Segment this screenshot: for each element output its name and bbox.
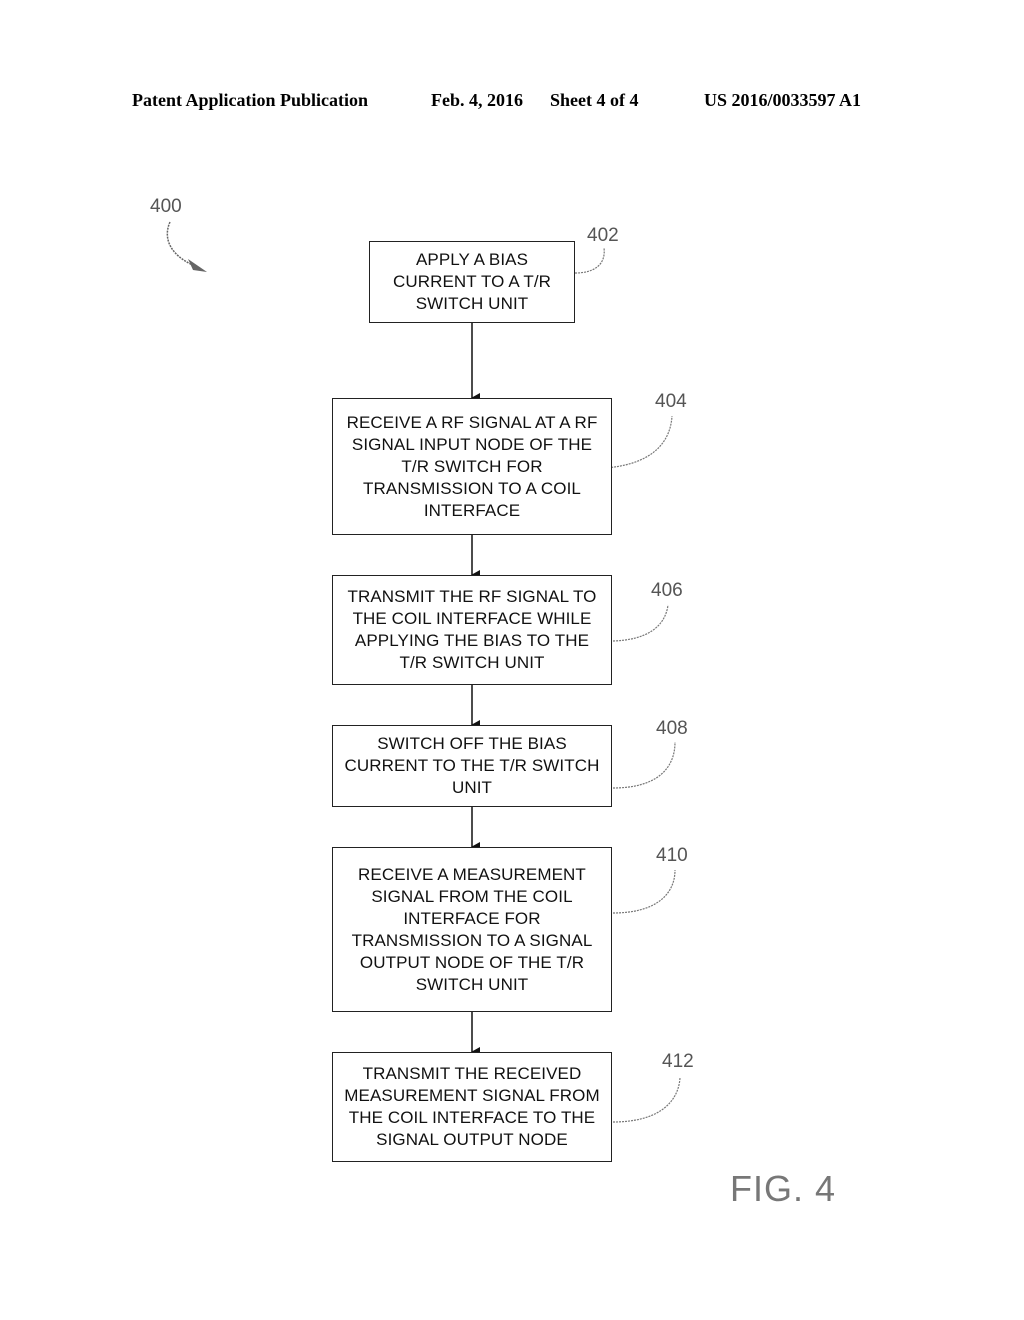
- step-410-line: OUTPUT NODE OF THE T/R: [359, 952, 585, 972]
- step-412-line: SIGNAL OUTPUT NODE: [376, 1130, 568, 1149]
- step-402-line: CURRENT TO A T/R: [392, 272, 552, 291]
- step-412-line: THE COIL INTERFACE TO THE: [348, 1108, 596, 1127]
- step-412-line: TRANSMIT THE RECEIVED: [362, 1064, 582, 1083]
- step-box-410: RECEIVE A MEASUREMENT SIGNAL FROM THE COI…: [332, 847, 612, 1012]
- step-406-line: TRANSMIT THE RF SIGNAL TO: [347, 587, 597, 606]
- step-410-line: INTERFACE FOR: [403, 908, 541, 928]
- leader-line-402: [574, 247, 605, 274]
- step-404-line: T/R SWITCH FOR: [401, 456, 543, 476]
- step-ref-404: 404: [655, 391, 687, 412]
- step-410-line: TRANSMISSION TO A SIGNAL: [351, 930, 593, 950]
- step-402-line: APPLY A BIAS: [415, 250, 529, 269]
- step-ref-406: 406: [651, 580, 683, 601]
- step-412-line: MEASUREMENT SIGNAL FROM: [344, 1086, 600, 1105]
- leader-line-404: [604, 415, 673, 469]
- step-404-line: RECEIVE A RF SIGNAL AT A RF: [346, 412, 598, 432]
- figure-pointer-arrowhead: [188, 259, 207, 272]
- leader-line-408: [612, 741, 676, 789]
- step-406-line: T/R SWITCH UNIT: [399, 653, 545, 672]
- step-box-406: TRANSMIT THE RF SIGNAL TO THE COIL INTERF…: [332, 575, 612, 685]
- leader-line-412: [612, 1077, 681, 1123]
- step-402-line: SWITCH UNIT: [415, 294, 529, 313]
- step-ref-410: 410: [656, 845, 688, 866]
- step-408-line: CURRENT TO THE T/R SWITCH: [344, 756, 600, 775]
- step-box-402: APPLY A BIAS CURRENT TO A T/R SWITCH UNIT: [369, 241, 575, 323]
- step-ref-402: 402: [587, 225, 619, 246]
- step-ref-412: 412: [662, 1051, 694, 1072]
- step-ref-408: 408: [656, 718, 688, 739]
- leader-line-410: [612, 869, 676, 914]
- step-box-404: RECEIVE A RF SIGNAL AT A RF SIGNAL INPUT …: [332, 398, 612, 535]
- step-408-line: SWITCH OFF THE BIAS: [377, 734, 567, 753]
- step-406-line: THE COIL INTERFACE WHILE: [352, 609, 592, 628]
- step-410-line: SIGNAL FROM THE COIL: [371, 886, 573, 906]
- step-box-408: SWITCH OFF THE BIAS CURRENT TO THE T/R SW…: [332, 725, 612, 807]
- step-404-line: INTERFACE: [423, 500, 521, 520]
- leader-line-406: [612, 604, 669, 642]
- step-404-line: TRANSMISSION TO A COIL: [363, 478, 581, 498]
- step-408-line: UNIT: [451, 778, 493, 797]
- step-404-line: SIGNAL INPUT NODE OF THE: [351, 434, 593, 454]
- step-410-line: RECEIVE A MEASUREMENT: [358, 864, 586, 884]
- step-box-412: TRANSMIT THE RECEIVED MEASUREMENT SIGNAL …: [332, 1052, 612, 1162]
- figure-label: FIG. 4: [730, 1168, 837, 1209]
- step-406-line: APPLYING THE BIAS TO THE: [354, 631, 590, 650]
- step-410-line: SWITCH UNIT: [415, 974, 529, 994]
- figure-pointer-arrow: [166, 221, 201, 269]
